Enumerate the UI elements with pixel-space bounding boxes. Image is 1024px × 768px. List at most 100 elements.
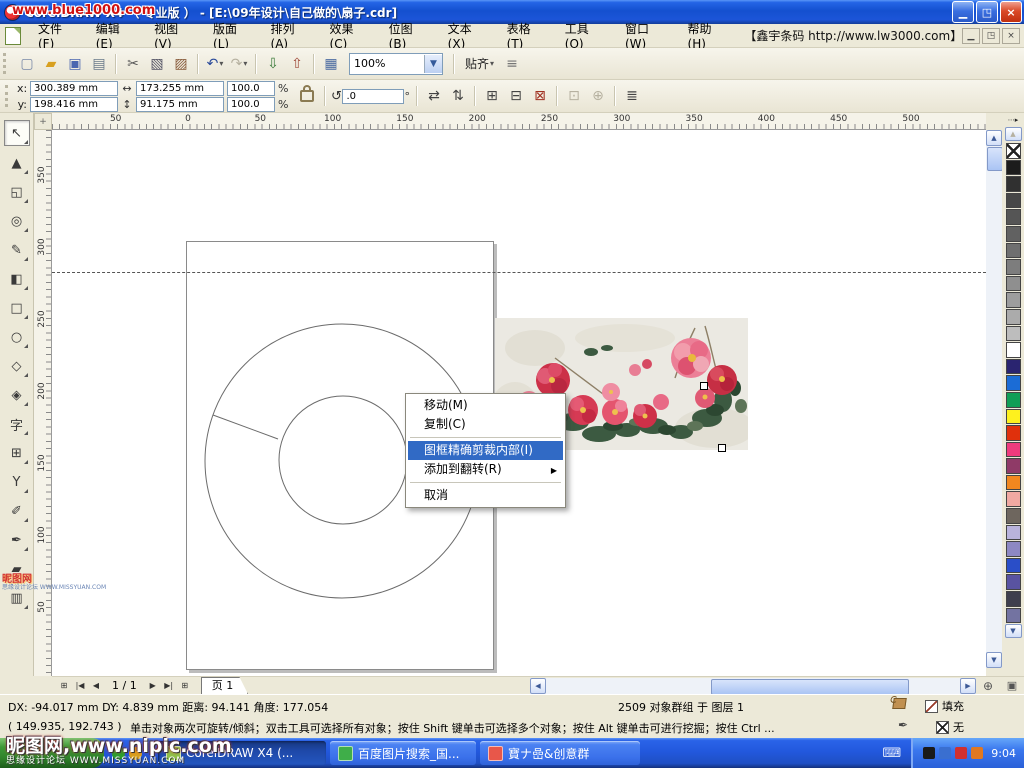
y-position-field[interactable]: 198.416 mm [30, 97, 118, 112]
close-button[interactable]: × [1000, 1, 1022, 23]
scale-x-field[interactable]: 100.0 [227, 81, 275, 96]
copy-button[interactable]: ▧ [145, 52, 169, 76]
palette-scroll-down-icon[interactable]: ▼ [1005, 624, 1022, 638]
color-swatch[interactable] [1006, 342, 1021, 358]
save-document-button[interactable]: ▣ [63, 52, 87, 76]
vertical-ruler[interactable]: 35030025020015010050 [34, 130, 52, 676]
palette-scroll-up-icon[interactable]: ▲ [1005, 127, 1022, 141]
first-page-button[interactable]: |◀ [72, 678, 88, 693]
restore-button[interactable]: ◳ [976, 1, 998, 23]
tool-outline-pen-tool[interactable]: ✒ [5, 528, 29, 552]
security-tray-icon[interactable] [955, 747, 967, 759]
color-swatch[interactable] [1006, 193, 1021, 209]
zoom-level-combo[interactable]: 100% ▼ [349, 53, 443, 75]
color-swatch[interactable] [1006, 475, 1021, 491]
tool-shape-tool[interactable]: ▲ [5, 151, 29, 175]
zoom-region-icon[interactable]: ⊕ [980, 678, 996, 693]
scroll-right-icon[interactable]: ▶ [960, 678, 976, 694]
chevron-down-icon[interactable]: ▾ [219, 59, 223, 68]
mdi-minimize-button[interactable]: ▁ [962, 28, 980, 44]
network-tray-icon[interactable] [939, 747, 951, 759]
color-swatch[interactable] [1006, 409, 1021, 425]
color-swatch[interactable] [1006, 259, 1021, 275]
color-swatch[interactable] [1006, 608, 1021, 624]
options-button[interactable]: ≡ [500, 52, 524, 76]
lock-ratio-icon[interactable] [300, 90, 314, 102]
x-position-field[interactable]: 300.389 mm [30, 81, 118, 96]
scroll-down-icon[interactable]: ▼ [986, 652, 1002, 668]
color-swatch[interactable] [1006, 160, 1021, 176]
color-swatch[interactable] [1006, 176, 1021, 192]
next-page-button[interactable]: ▶ [145, 678, 161, 693]
no-color-swatch[interactable] [1006, 143, 1021, 159]
tool-eyedropper-tool[interactable]: ✐ [5, 499, 29, 523]
tool-rectangle-tool[interactable]: □ [5, 296, 29, 320]
new-document-button[interactable]: ▢ [15, 52, 39, 76]
color-swatch[interactable] [1006, 243, 1021, 259]
color-swatch[interactable] [1006, 226, 1021, 242]
scrollbar-thumb[interactable] [987, 147, 1003, 171]
chevron-down-icon[interactable]: ▼ [424, 55, 442, 73]
qq-tray-icon[interactable] [923, 747, 935, 759]
last-page-button[interactable]: ▶| [161, 678, 177, 693]
color-swatch[interactable] [1006, 392, 1021, 408]
ruler-origin-button[interactable]: + [34, 113, 52, 130]
context-menu-item[interactable]: 取消 [408, 486, 563, 505]
palette-flyout-icon[interactable]: ⋯▸ [1006, 115, 1020, 126]
tool-pick-tool[interactable]: ↖ [4, 120, 30, 146]
tool-basic-shapes-tool[interactable]: ◈ [5, 383, 29, 407]
color-swatch[interactable] [1006, 458, 1021, 474]
toolbar-grip[interactable] [3, 53, 9, 75]
minimize-button[interactable]: ▁ [952, 1, 974, 23]
fan-inner-circle[interactable] [279, 396, 407, 524]
open-document-button[interactable]: ▰ [39, 52, 63, 76]
color-swatch[interactable] [1006, 309, 1021, 325]
add-page-after-button[interactable]: ⊞ [177, 678, 193, 693]
keyboard-language-icon[interactable]: ⌨ [883, 746, 902, 761]
scale-y-field[interactable]: 100.0 [227, 97, 275, 112]
selection-node[interactable] [700, 382, 708, 390]
context-menu-item[interactable]: 移动(M) [408, 396, 563, 415]
prev-page-button[interactable]: ◀ [88, 678, 104, 693]
color-swatch[interactable] [1006, 375, 1021, 391]
tool-text-tool[interactable]: 字 [5, 412, 29, 436]
tool-freehand-tool[interactable]: ✎ [5, 238, 29, 262]
cut-button[interactable]: ✂ [121, 52, 145, 76]
color-swatch[interactable] [1006, 508, 1021, 524]
color-swatch[interactable] [1006, 292, 1021, 308]
scrollbar-thumb[interactable] [711, 679, 909, 695]
print-document-button[interactable]: ▤ [87, 52, 111, 76]
taskbar-button[interactable]: 寶ナ嵒&创意群 [480, 741, 640, 765]
color-swatch[interactable] [1006, 209, 1021, 225]
add-page-button[interactable]: ⊞ [56, 678, 72, 693]
mdi-restore-button[interactable]: ◳ [982, 28, 1000, 44]
color-swatch[interactable] [1006, 491, 1021, 507]
tool-polygon-tool[interactable]: ◇ [5, 354, 29, 378]
navigator-icon[interactable]: ▣ [1004, 678, 1020, 693]
color-swatch[interactable] [1006, 425, 1021, 441]
tool-interactive-blend-tool[interactable]: Y [5, 470, 29, 494]
toolbar-grip[interactable] [5, 85, 11, 107]
paste-button[interactable]: ▨ [169, 52, 193, 76]
object-height-field[interactable]: 91.175 mm [136, 97, 224, 112]
application-launcher-button[interactable]: ▦ [319, 52, 343, 76]
color-swatch[interactable] [1006, 276, 1021, 292]
tool-crop-tool[interactable]: ◱ [5, 180, 29, 204]
color-swatch[interactable] [1006, 442, 1021, 458]
app-tray-icon[interactable] [971, 747, 983, 759]
rotation-angle-field[interactable]: .0 [342, 89, 404, 104]
export-button[interactable]: ⇧ [285, 52, 309, 76]
flip-horizontal-button[interactable]: ⇄ [422, 84, 446, 108]
color-swatch[interactable] [1006, 574, 1021, 590]
context-menu-item[interactable]: 添加到翻转(R)▶ [408, 460, 563, 479]
tool-table-tool[interactable]: ⊞ [5, 441, 29, 465]
taskbar-button[interactable]: 百度图片搜索_国... [330, 741, 476, 765]
group-button[interactable]: ⊞ [480, 84, 504, 108]
mdi-close-button[interactable]: × [1002, 28, 1020, 44]
redo-button[interactable]: ↷▾ [227, 52, 251, 76]
horizontal-scrollbar[interactable]: ◀ ▶ [530, 678, 976, 694]
horizontal-ruler[interactable]: 50050100150200250300350400450500 [52, 113, 986, 130]
vertical-scrollbar[interactable]: ▲ ▼ [986, 130, 1002, 668]
color-swatch[interactable] [1006, 591, 1021, 607]
ungroup-button[interactable]: ⊟ [504, 84, 528, 108]
